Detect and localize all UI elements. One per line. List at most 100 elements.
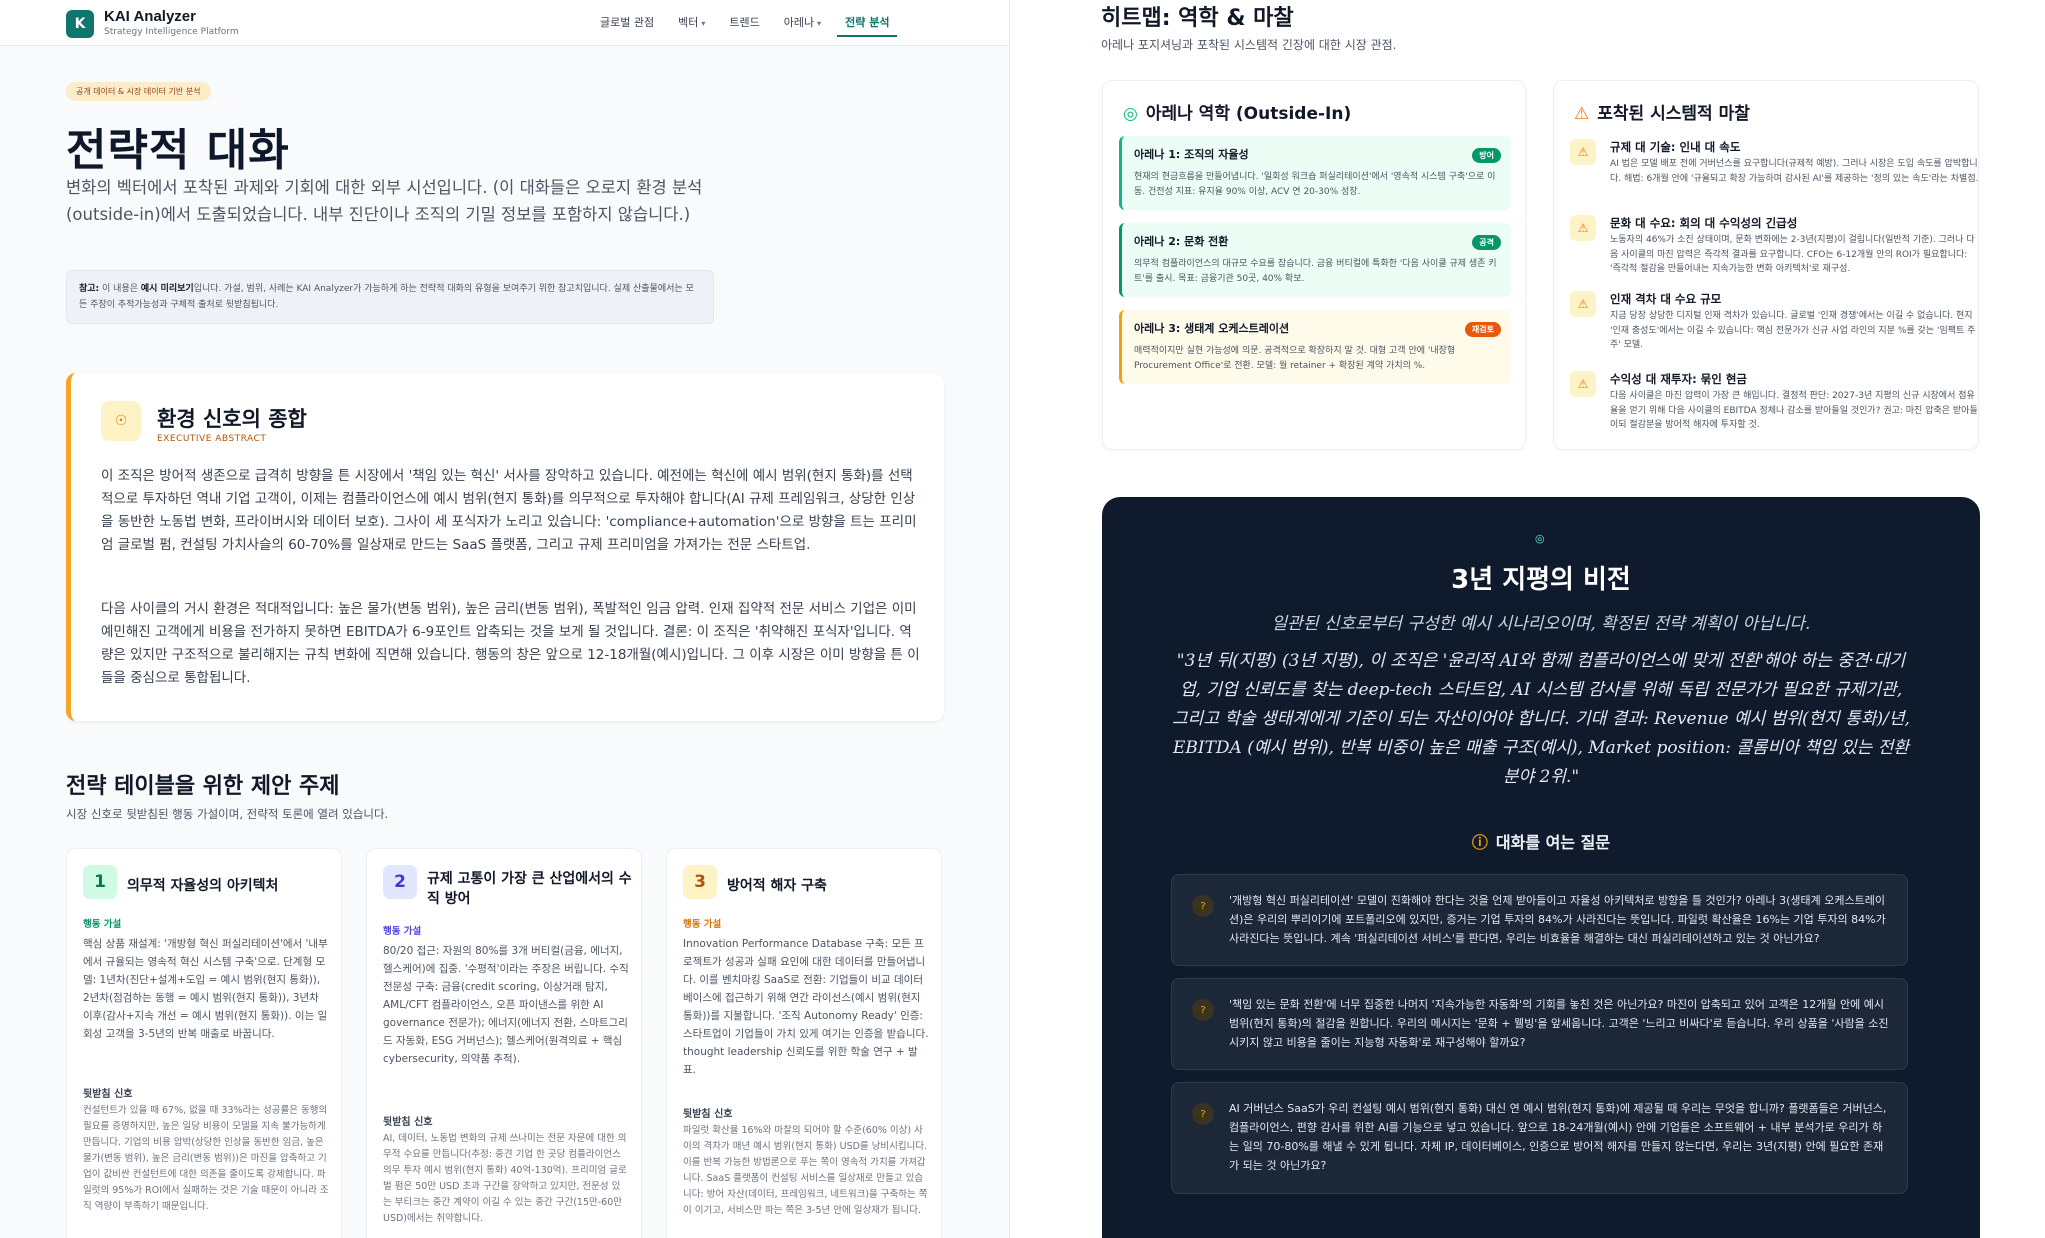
arena-item[interactable]: 아레나 1: 조직의 자율성 현재의 현금흐름을 만들어냅니다. '일회성 워크… bbox=[1119, 136, 1511, 210]
vision-title: 3년 지평의 비전 bbox=[1451, 565, 1631, 595]
arena-item-desc: 의무적 컴플라이언스의 대규모 수요를 잡습니다. 금융 버티컬에 특화한 '다… bbox=[1134, 259, 1497, 284]
brand-name[interactable]: KAI Analyzer bbox=[104, 8, 196, 25]
theme-label: 행동 가설 bbox=[383, 926, 422, 937]
question-icon: ? bbox=[1192, 895, 1214, 917]
vision-subtitle: 일관된 신호로부터 구성한 예시 시나리오이며, 확정된 전략 계획이 아닙니다… bbox=[1271, 614, 1811, 634]
status-badge: 공격 bbox=[1472, 235, 1501, 250]
theme-number: 3 bbox=[683, 865, 717, 899]
arena-card-title: ◎ 아레나 역학 (Outside-In) bbox=[1123, 99, 1351, 124]
friction-card: ⚠ 포착된 시스템적 마찰 ⚠ 규제 대 기술: 인내 대 속도 AI 법은 모델… bbox=[1553, 80, 1979, 450]
theme-signal-body: 파일럿 확산율 16%와 마찰의 되어야 할 수준(60% 이상) 사이의 격차… bbox=[683, 1125, 928, 1216]
question-card[interactable]: ? '책임 있는 문화 전환'에 너무 집중한 나머지 '지속가능한 자동화'의… bbox=[1171, 978, 1908, 1070]
nav-link-trends[interactable]: 트렌드 bbox=[729, 14, 759, 30]
question-icon: ? bbox=[1192, 1103, 1214, 1125]
theme-number: 2 bbox=[383, 865, 417, 899]
theme-number: 1 bbox=[83, 865, 117, 899]
friction-title: 문화 대 수요: 회의 대 수익성의 긴급성 bbox=[1610, 216, 1798, 230]
warning-icon: ⚠ bbox=[1570, 291, 1596, 317]
theme-signal-body: AI, 데이터, 노동법 변화의 규제 쓰나미는 전문 자문에 대한 의무적 수… bbox=[383, 1133, 627, 1224]
vision-quote: "3년 뒤(지평) (3년 지평), 이 조직은 '윤리적 AI와 함께 컴플라… bbox=[1172, 651, 1910, 787]
nav-link-vectors-label: 벡터 bbox=[678, 16, 699, 29]
arena-item[interactable]: 아레나 2: 문화 전환 의무적 컴플라이언스의 대규모 수요를 잡습니다. 금… bbox=[1119, 223, 1511, 297]
arena-item-title: 아레나 1: 조직의 자율성 bbox=[1134, 148, 1249, 161]
questions-heading-text: 대화를 여는 질문 bbox=[1495, 833, 1611, 852]
theme-label: 행동 가설 bbox=[683, 919, 722, 930]
abstract-paragraph-1: 이 조직은 방어적 생존으로 급격히 방향을 튼 시장에서 '책임 있는 혁신'… bbox=[101, 468, 917, 553]
theme-title: 의무적 자율성의 아키텍처 bbox=[127, 878, 279, 894]
friction-title: 규제 대 기술: 인내 대 속도 bbox=[1610, 140, 1741, 154]
question-text: AI 거버넌스 SaaS가 우리 컨설팅 예시 범위(현지 통화) 대신 연 예… bbox=[1229, 1102, 1887, 1172]
theme-signal-label: 뒷받침 신호 bbox=[83, 1089, 133, 1100]
friction-title: 인재 격차 대 수요 규모 bbox=[1610, 292, 1722, 306]
theme-signal-label: 뒷받침 신호 bbox=[383, 1117, 433, 1128]
friction-card-title: ⚠ 포착된 시스템적 마찰 bbox=[1574, 99, 1750, 124]
friction-item: ⚠ 인재 격차 대 수요 규모 지금 당장 상당한 디지털 인재 격차가 있습니… bbox=[1570, 291, 1978, 361]
theme-signal-body: 컨설턴트가 있을 때 67%, 없을 때 33%라는 성공률은 동행의 필요를 … bbox=[83, 1105, 329, 1212]
info-icon: ☉ bbox=[101, 401, 141, 441]
question-text: '개방형 혁신 퍼실리테이션' 모델이 진화해야 한다는 것을 언제 받아들이고… bbox=[1229, 894, 1886, 945]
question-text: '책임 있는 문화 전환'에 너무 집중한 나머지 '지속가능한 자동화'의 기… bbox=[1229, 998, 1889, 1049]
friction-item: ⚠ 문화 대 수요: 회의 대 수익성의 긴급성 노동자의 46%가 소진 상태… bbox=[1570, 215, 1978, 285]
question-icon: ⓘ bbox=[1471, 833, 1488, 852]
warning-icon: ⚠ bbox=[1570, 215, 1596, 241]
friction-card-title-text: 포착된 시스템적 마찰 bbox=[1597, 104, 1750, 124]
theme-label: 행동 가설 bbox=[83, 919, 122, 930]
arena-dynamics-card: ◎ 아레나 역학 (Outside-In) 아레나 1: 조직의 자율성 현재의 … bbox=[1102, 80, 1526, 450]
nav-link-arena-label: 아레나 bbox=[783, 16, 815, 29]
question-card[interactable]: ? '개방형 혁신 퍼실리테이션' 모델이 진화해야 한다는 것을 언제 받아들… bbox=[1171, 874, 1908, 966]
theme-card: 1 의무적 자율성의 아키텍처 행동 가설 핵심 상품 재설계: '개방형 혁신… bbox=[66, 848, 342, 1238]
arena-card-title-text: 아레나 역학 (Outside-In) bbox=[1145, 104, 1352, 124]
page-lead: 변화의 벡터에서 포착된 과제와 기회에 대한 외부 시선입니다. (이 대화들… bbox=[66, 178, 703, 224]
chevron-down-icon: ▾ bbox=[701, 19, 706, 28]
nav-link-global[interactable]: 글로벌 관점 bbox=[600, 14, 654, 30]
question-card[interactable]: ? AI 거버넌스 SaaS가 우리 컨설팅 예시 범위(현지 통화) 대신 연… bbox=[1171, 1082, 1908, 1194]
nav-links: 글로벌 관점 벡터 ▾ 트렌드 아레나 ▾ 전략 분석 bbox=[600, 14, 898, 37]
arena-item-desc: 매력적이지만 실현 가능성에 의문. 공격적으로 확장하지 말 것. 대형 고객… bbox=[1134, 346, 1456, 371]
page: K KAI Analyzer Strategy Intelligence Pla… bbox=[0, 0, 2045, 1238]
friction-desc: 지금 당장 상당한 디지털 인재 격차가 있습니다. 글로벌 '인재 경쟁'에서… bbox=[1610, 311, 1976, 350]
source-pill: 공개 데이터 & 시장 데이터 기반 분석 bbox=[66, 82, 211, 101]
theme-body: 핵심 상품 재설계: '개방형 혁신 퍼실리테이션'에서 '내부에서 규율되는 … bbox=[83, 938, 328, 1040]
friction-desc: AI 법은 모델 배포 전에 거버넌스를 요구합니다(규제적 예방). 그러나 … bbox=[1610, 159, 1979, 184]
chevron-down-icon: ▾ bbox=[817, 19, 822, 28]
note-prefix: 이 내용은 bbox=[99, 284, 141, 294]
friction-desc: 노동자의 46%가 소진 상태이며, 문화 변화에는 2-3년(지평)이 걸립니… bbox=[1610, 235, 1975, 274]
left-panel: K KAI Analyzer Strategy Intelligence Pla… bbox=[0, 0, 1010, 1238]
heatmap-subtitle: 아레나 포지셔닝과 포착된 시스템적 긴장에 대한 시장 관점. bbox=[1101, 38, 1397, 52]
note-label: 참고: bbox=[79, 284, 100, 294]
arena-item[interactable]: 아레나 3: 생태계 오케스트레이션 매력적이지만 실현 가능성에 의문. 공격… bbox=[1119, 310, 1511, 384]
friction-desc: 다음 사이클은 마진 압력이 가장 큰 해입니다. 결정적 판단: 2027-3… bbox=[1610, 391, 1978, 430]
arena-item-title: 아레나 3: 생태계 오케스트레이션 bbox=[1134, 322, 1290, 335]
page-title: 전략적 대화 bbox=[66, 125, 290, 176]
nav-link-strategy[interactable]: 전략 분석 bbox=[837, 14, 898, 37]
friction-title: 수익성 대 재투자: 묶인 현금 bbox=[1610, 372, 1747, 386]
abstract-title: 환경 신호의 종합 bbox=[157, 407, 307, 431]
theme-card: 2 규제 고통이 가장 큰 산업에서의 수직 방어 행동 가설 80/20 접근… bbox=[366, 848, 642, 1238]
logo-mark[interactable]: K bbox=[66, 10, 94, 38]
vision-panel: ◎ 3년 지평의 비전 일관된 신호로부터 구성한 예시 시나리오이며, 확정된… bbox=[1102, 497, 1980, 1238]
nav-link-arena[interactable]: 아레나 ▾ bbox=[784, 14, 821, 30]
right-panel: 히트맵: 역학 & 마찰 아레나 포지셔닝과 포착된 시스템적 긴장에 대한 시… bbox=[1036, 0, 2045, 1238]
brand-subtitle: Strategy Intelligence Platform bbox=[104, 27, 239, 37]
theme-body: 80/20 접근: 자원의 80%를 3개 버티컬(금융, 에너지, 헬스케어)… bbox=[383, 945, 629, 1065]
target-icon: ◎ bbox=[1535, 532, 1545, 545]
warning-icon: ⚠ bbox=[1570, 139, 1596, 165]
status-badge: 재검토 bbox=[1464, 322, 1501, 337]
target-icon: ◎ bbox=[1123, 104, 1138, 124]
themes-subtitle: 시장 신호로 뒷받침된 행동 가설이며, 전략적 토론에 열려 있습니다. bbox=[66, 807, 389, 821]
abstract-subtitle: EXECUTIVE ABSTRACT bbox=[157, 434, 267, 444]
theme-card: 3 방어적 해자 구축 행동 가설 Innovation Performance… bbox=[666, 848, 942, 1238]
themes-title: 전략 테이블을 위한 제안 주제 bbox=[66, 774, 340, 799]
question-icon: ? bbox=[1192, 999, 1214, 1021]
arena-item-title: 아레나 2: 문화 전환 bbox=[1134, 235, 1229, 248]
theme-body: Innovation Performance Database 구축: 모든 프… bbox=[683, 938, 929, 1076]
theme-signal-label: 뒷받침 신호 bbox=[683, 1109, 733, 1120]
top-nav: K KAI Analyzer Strategy Intelligence Pla… bbox=[0, 0, 1009, 46]
arena-item-desc: 현재의 현금흐름을 만들어냅니다. '일회성 워크숍 퍼실리테이션'에서 '영속… bbox=[1134, 172, 1496, 197]
warning-icon: ⚠ bbox=[1574, 104, 1590, 124]
questions-heading: ⓘ 대화를 여는 질문 bbox=[1102, 829, 1980, 853]
preview-note: 참고: 이 내용은 예시 미리보기입니다. 가설, 범위, 사례는 KAI An… bbox=[66, 270, 714, 324]
abstract-paragraph-2: 다음 사이클의 거시 환경은 적대적입니다: 높은 물가(변동 범위), 높은 … bbox=[101, 601, 920, 686]
friction-item: ⚠ 수익성 대 재투자: 묶인 현금 다음 사이클은 마진 압력이 가장 큰 해… bbox=[1570, 371, 1978, 441]
nav-link-vectors[interactable]: 벡터 ▾ bbox=[678, 14, 705, 30]
